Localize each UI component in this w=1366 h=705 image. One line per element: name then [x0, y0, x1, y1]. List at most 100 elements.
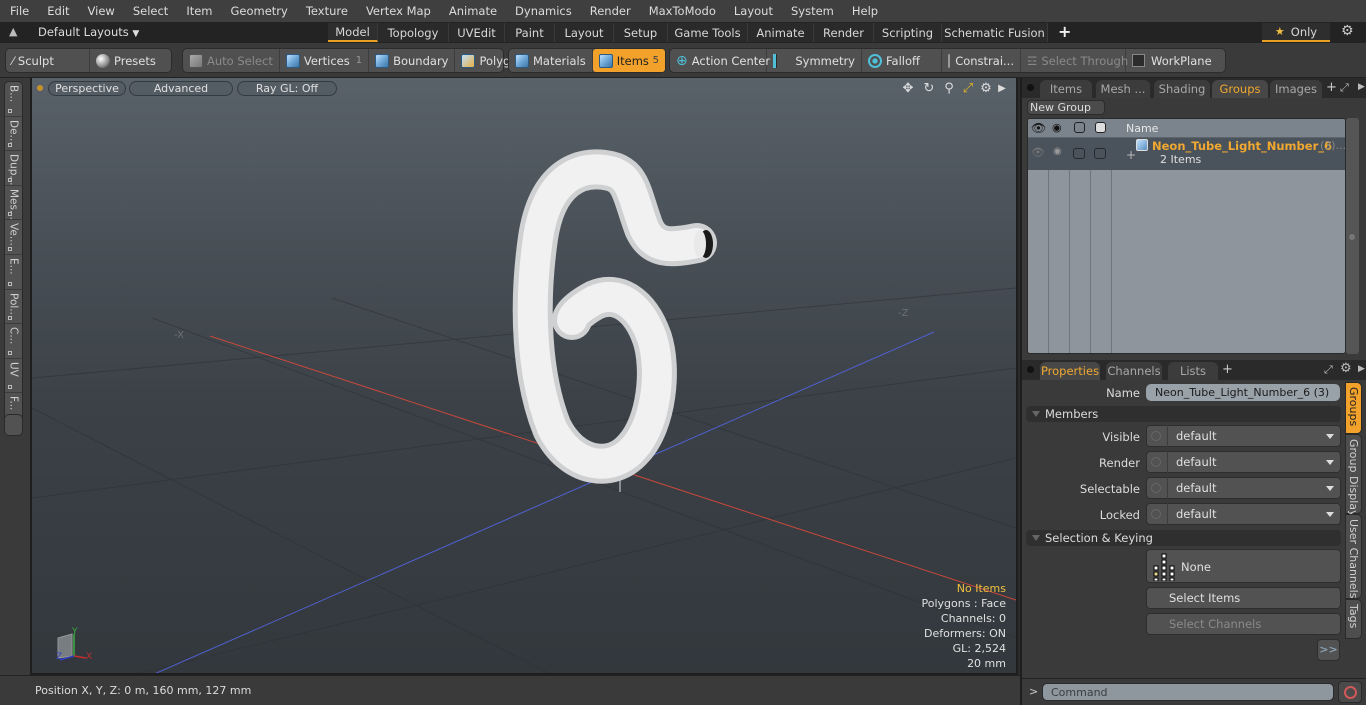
- lock-column-icon[interactable]: [1074, 122, 1085, 133]
- panel-dot-icon[interactable]: [1027, 84, 1034, 91]
- tab-groups[interactable]: Groups: [1212, 80, 1268, 98]
- hierarchy-none-button[interactable]: None: [1146, 549, 1341, 583]
- left-tab-vertex[interactable]: Ve...: [5, 220, 22, 255]
- tab-animate[interactable]: Animate: [748, 23, 814, 42]
- menu-item[interactable]: Item: [176, 4, 220, 18]
- menu-select[interactable]: Select: [123, 4, 176, 18]
- tab-items[interactable]: Items: [1040, 80, 1092, 98]
- tab-scripting[interactable]: Scripting: [874, 23, 942, 42]
- tab-model[interactable]: Model: [328, 23, 378, 42]
- selection-keying-section[interactable]: Selection & Keying: [1026, 530, 1341, 546]
- left-tab-edge[interactable]: E...: [5, 255, 22, 290]
- left-tab-uv[interactable]: UV: [5, 359, 22, 394]
- collapse-arrow-icon[interactable]: ▲: [9, 25, 17, 38]
- selectable-dropdown[interactable]: default: [1146, 477, 1341, 499]
- add-panel-tab-icon[interactable]: +: [1326, 80, 1337, 95]
- menu-texture[interactable]: Texture: [296, 4, 356, 18]
- tab-setup[interactable]: Setup: [614, 23, 668, 42]
- zoom-view-icon[interactable]: ⚲: [941, 81, 957, 97]
- menu-edit[interactable]: Edit: [37, 4, 77, 18]
- row-visibility-icon[interactable]: 👁: [1031, 146, 1045, 159]
- menu-dynamics[interactable]: Dynamics: [505, 4, 580, 18]
- move-view-icon[interactable]: ✥: [900, 81, 916, 97]
- tab-paint[interactable]: Paint: [505, 23, 555, 42]
- name-column-header[interactable]: Name: [1126, 122, 1158, 135]
- symmetry-button[interactable]: Symmetry: [767, 49, 862, 72]
- visibility-column-icon[interactable]: 👁: [1031, 121, 1046, 135]
- locked-radio[interactable]: [1151, 509, 1161, 519]
- tab-schematic-fusion[interactable]: Schematic Fusion: [942, 23, 1048, 42]
- left-tab-deform[interactable]: De...: [5, 117, 22, 152]
- expand-panel-icon[interactable]: ⤢: [1324, 363, 1333, 377]
- tab-images[interactable]: Images: [1270, 80, 1322, 98]
- menu-view[interactable]: View: [78, 4, 123, 18]
- only-toggle[interactable]: ★ Only: [1262, 23, 1330, 42]
- selectable-radio[interactable]: [1151, 483, 1161, 493]
- render-radio[interactable]: [1151, 457, 1161, 467]
- left-tab-mesh-edit[interactable]: Mes...: [5, 186, 22, 221]
- boundary-button[interactable]: Boundary: [369, 49, 456, 72]
- menu-file[interactable]: File: [0, 4, 37, 18]
- tab-lists[interactable]: Lists: [1168, 362, 1218, 380]
- raygl-button[interactable]: Ray GL: Off: [237, 81, 337, 96]
- render-dropdown[interactable]: default: [1146, 451, 1341, 473]
- left-tab-polygon[interactable]: Pol...: [5, 290, 22, 325]
- viewport-status-dot[interactable]: [37, 85, 43, 91]
- groups-list[interactable]: 👁 ◉ Name 👁 ◉ + Neon_Tube_Light_Number_6 …: [1027, 118, 1346, 354]
- members-section[interactable]: Members: [1026, 406, 1341, 422]
- advanced-button[interactable]: Advanced: [129, 81, 233, 96]
- select-items-button[interactable]: Select Items: [1146, 587, 1341, 609]
- visible-radio[interactable]: [1151, 431, 1161, 441]
- side-tab-group-display[interactable]: Group Display: [1345, 434, 1362, 517]
- select-through-button[interactable]: ☲ Select Through: [1021, 49, 1128, 72]
- 3d-viewport[interactable]: -X -Z Perspective Advanced Ray GL: Off ✥…: [30, 78, 1018, 675]
- items-button[interactable]: Items 5: [592, 49, 665, 72]
- constraints-button[interactable]: Constrai...: [942, 49, 1021, 72]
- default-layouts-dropdown[interactable]: Default Layouts ▼: [38, 25, 139, 39]
- left-tab-basic[interactable]: B...: [5, 82, 22, 117]
- locked-dropdown[interactable]: default: [1146, 503, 1341, 525]
- row-select-toggle[interactable]: [1094, 148, 1106, 159]
- tab-properties[interactable]: Properties: [1040, 362, 1100, 380]
- rotate-view-icon[interactable]: ↻: [921, 81, 937, 97]
- expand-group-icon[interactable]: +: [1126, 148, 1136, 162]
- menu-layout[interactable]: Layout: [724, 4, 781, 18]
- vertices-button[interactable]: Vertices 1: [280, 49, 370, 72]
- select-channels-button[interactable]: Select Channels: [1146, 613, 1341, 635]
- action-center-button[interactable]: ⊕ Action Center: [670, 49, 770, 72]
- presets-button[interactable]: Presets: [90, 49, 162, 72]
- menu-vertex-map[interactable]: Vertex Map: [356, 4, 439, 18]
- group-row[interactable]: 👁 ◉ + Neon_Tube_Light_Number_6 (3)... 2 …: [1028, 138, 1345, 170]
- render-column-icon[interactable]: ◉: [1052, 121, 1062, 134]
- perspective-button[interactable]: Perspective: [48, 81, 126, 96]
- tab-render[interactable]: Render: [814, 23, 874, 42]
- tab-mesh[interactable]: Mesh ...: [1096, 80, 1150, 98]
- panel-menu-arrow-icon[interactable]: ▶: [1358, 82, 1365, 92]
- menu-geometry[interactable]: Geometry: [221, 4, 296, 18]
- menu-render[interactable]: Render: [580, 4, 639, 18]
- select-column-icon[interactable]: [1095, 122, 1106, 133]
- groups-list-scrollbar[interactable]: [1346, 118, 1359, 354]
- tab-shading[interactable]: Shading: [1154, 80, 1210, 98]
- panel-dot-icon[interactable]: [1027, 366, 1034, 373]
- viewport-menu-arrow-icon[interactable]: ▶: [994, 81, 1010, 97]
- row-render-icon[interactable]: ◉: [1053, 146, 1062, 157]
- record-macro-button[interactable]: [1338, 681, 1362, 703]
- side-tab-user-channels[interactable]: User Channels: [1345, 514, 1362, 599]
- more-button[interactable]: >>: [1317, 639, 1340, 661]
- name-field[interactable]: Neon_Tube_Light_Number_6 (3): [1146, 384, 1340, 401]
- menu-system[interactable]: System: [781, 4, 842, 18]
- workplane-button[interactable]: WorkPlane: [1126, 49, 1218, 72]
- panel-menu-arrow-icon[interactable]: ▶: [1358, 364, 1365, 374]
- left-tab-curve[interactable]: C...: [5, 324, 22, 359]
- visible-dropdown[interactable]: default: [1146, 425, 1341, 447]
- new-group-button[interactable]: New Group: [1027, 100, 1105, 115]
- expand-panel-icon[interactable]: ⤢: [1340, 81, 1349, 95]
- menu-maxtomodo[interactable]: MaxToModo: [639, 4, 724, 18]
- add-tab-button[interactable]: +: [1058, 22, 1071, 41]
- left-extra-tab[interactable]: [4, 414, 23, 436]
- menu-help[interactable]: Help: [842, 4, 886, 18]
- side-tab-groups[interactable]: Groups: [1345, 382, 1362, 434]
- properties-settings-icon[interactable]: ⚙: [1340, 361, 1352, 376]
- tab-game-tools[interactable]: Game Tools: [668, 23, 748, 42]
